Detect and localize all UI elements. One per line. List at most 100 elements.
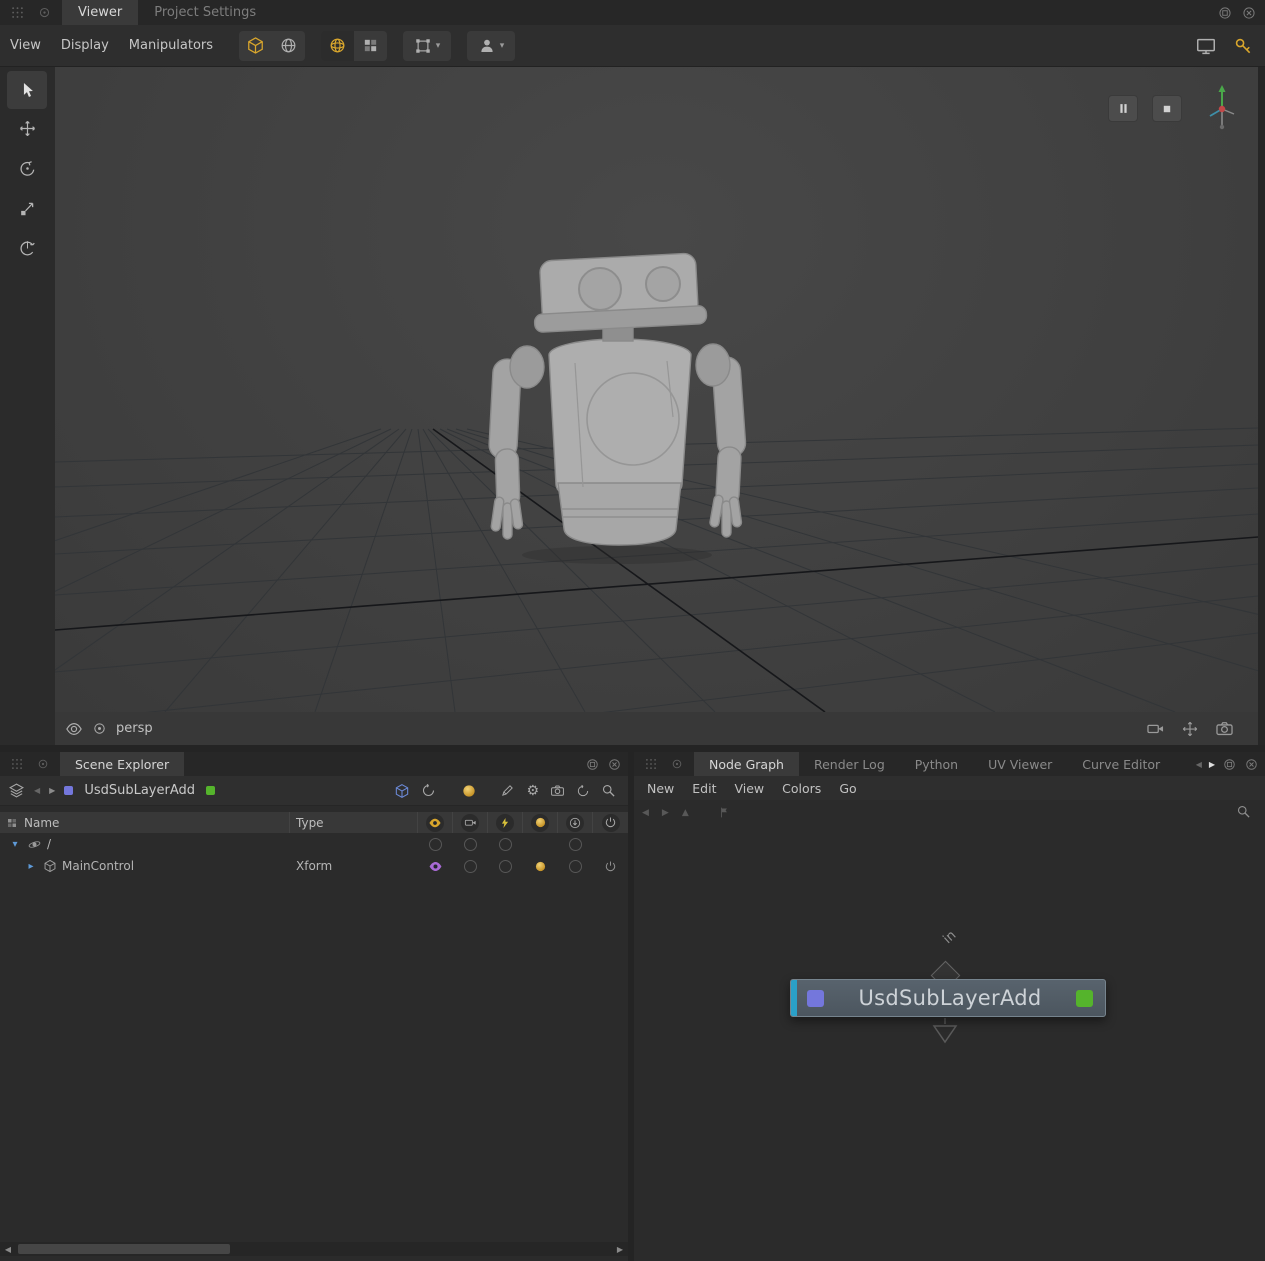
- scrollbar-track[interactable]: [16, 1242, 612, 1256]
- capture-camera-icon[interactable]: [1215, 719, 1234, 738]
- key-icon[interactable]: [1233, 36, 1253, 56]
- scroll-left-icon[interactable]: ◀: [0, 1242, 16, 1256]
- horizontal-scrollbar[interactable]: ◀ ▶: [0, 1242, 628, 1256]
- nav-back-icon[interactable]: ◀: [642, 808, 649, 818]
- tab-scene-explorer[interactable]: Scene Explorer: [60, 752, 184, 776]
- pane-target-icon[interactable]: [37, 5, 52, 20]
- dynamics-toggle[interactable]: [488, 833, 523, 855]
- pane-grip-icon[interactable]: [644, 757, 658, 771]
- render-ball-icon[interactable]: [461, 783, 477, 799]
- maximize-pane-icon[interactable]: [1222, 757, 1237, 772]
- scroll-right-icon[interactable]: ▶: [612, 1242, 628, 1256]
- pan-icon[interactable]: [1181, 720, 1199, 738]
- visibility-toggle[interactable]: [418, 855, 453, 877]
- monitor-icon[interactable]: [1195, 35, 1217, 57]
- globe-button[interactable]: [272, 31, 305, 61]
- output-port-arrow[interactable]: [929, 1018, 961, 1046]
- blue-cube-icon[interactable]: [394, 783, 410, 799]
- scale-tool-button[interactable]: [7, 189, 47, 227]
- activation-toggle[interactable]: [593, 833, 628, 855]
- menu-colors[interactable]: Colors: [773, 781, 830, 796]
- node-usdsublayeradd[interactable]: UsdSubLayerAdd: [790, 979, 1106, 1017]
- column-type[interactable]: Type: [290, 812, 418, 833]
- column-activation[interactable]: [593, 812, 628, 833]
- node-graph-canvas[interactable]: ◀ ▶ ▲ in UsdSubLayerAdd: [634, 800, 1265, 1261]
- collapse-arrow-icon[interactable]: ▸: [24, 861, 38, 872]
- search-icon[interactable]: [601, 783, 616, 798]
- axis-gizmo[interactable]: [1200, 81, 1244, 137]
- column-shading[interactable]: [523, 812, 558, 833]
- pose-button[interactable]: ▾: [467, 31, 515, 61]
- tab-python[interactable]: Python: [900, 752, 973, 776]
- load-toggle[interactable]: [558, 833, 593, 855]
- pane-target-icon[interactable]: [36, 757, 50, 771]
- nav-forward-icon[interactable]: ▶: [662, 808, 669, 818]
- expand-arrow-icon[interactable]: ▾: [8, 839, 22, 850]
- render-camera-icon[interactable]: [1146, 719, 1165, 738]
- layout-quads-button[interactable]: [354, 31, 387, 61]
- bookmark-flag-icon[interactable]: [718, 806, 731, 819]
- close-pane-icon[interactable]: [1244, 757, 1259, 772]
- search-icon[interactable]: [1236, 804, 1251, 819]
- orient-tool-button[interactable]: [7, 229, 47, 267]
- history-forward-icon[interactable]: ▶: [49, 786, 55, 795]
- tab-node-graph[interactable]: Node Graph: [694, 752, 799, 776]
- node-output-square[interactable]: [1076, 990, 1093, 1007]
- camera-toggle[interactable]: [453, 855, 488, 877]
- pause-button[interactable]: [1108, 95, 1138, 122]
- column-dynamics[interactable]: [488, 812, 523, 833]
- region-frame-button[interactable]: ▾: [403, 31, 451, 61]
- shading-toggle[interactable]: [523, 855, 558, 877]
- shaded-cube-button[interactable]: [239, 31, 272, 61]
- menu-edit[interactable]: Edit: [683, 781, 725, 796]
- horizontal-splitter[interactable]: [0, 745, 1265, 752]
- refresh-icon[interactable]: [576, 784, 590, 798]
- table-row-maincontrol[interactable]: ▸ MainControl Xform: [0, 855, 628, 877]
- tab-uv-viewer[interactable]: UV Viewer: [973, 752, 1067, 776]
- maximize-pane-icon[interactable]: [1217, 5, 1233, 21]
- eye-icon[interactable]: [65, 720, 83, 738]
- gear-icon[interactable]: ⚙: [526, 783, 539, 799]
- close-pane-icon[interactable]: [1241, 5, 1257, 21]
- select-tool-button[interactable]: [7, 71, 47, 109]
- activation-toggle[interactable]: [593, 855, 628, 877]
- camera-icon[interactable]: [550, 783, 565, 798]
- tab-render-log[interactable]: Render Log: [799, 752, 900, 776]
- tab-scroll-left-icon[interactable]: ◀: [1196, 760, 1202, 769]
- maximize-pane-icon[interactable]: [585, 757, 600, 772]
- scrollbar-thumb[interactable]: [18, 1244, 230, 1254]
- tab-viewer[interactable]: Viewer: [62, 0, 138, 25]
- shading-toggle[interactable]: [523, 833, 558, 855]
- menu-display[interactable]: Display: [51, 38, 119, 53]
- camera-name-label[interactable]: persp: [116, 721, 153, 736]
- close-pane-icon[interactable]: [607, 757, 622, 772]
- menu-manipulators[interactable]: Manipulators: [119, 38, 223, 53]
- menu-go[interactable]: Go: [830, 781, 865, 796]
- node-input-square[interactable]: [807, 990, 824, 1007]
- dynamics-toggle[interactable]: [488, 855, 523, 877]
- wireframe-sphere-button[interactable]: [321, 31, 354, 61]
- menu-view[interactable]: View: [725, 781, 773, 796]
- menu-view[interactable]: View: [0, 38, 51, 53]
- 3d-viewport[interactable]: [55, 67, 1258, 712]
- pane-grip-icon[interactable]: [10, 5, 25, 20]
- rotate-tool-button[interactable]: [7, 149, 47, 187]
- visibility-toggle[interactable]: [418, 833, 453, 855]
- tab-scroll-right-icon[interactable]: ▶: [1209, 760, 1215, 769]
- column-visibility[interactable]: [418, 812, 453, 833]
- edit-pencil-icon[interactable]: [500, 783, 515, 798]
- tab-project-settings[interactable]: Project Settings: [138, 0, 272, 25]
- table-row-root[interactable]: ▾ /: [0, 833, 628, 855]
- load-toggle[interactable]: [558, 855, 593, 877]
- column-load[interactable]: [558, 812, 593, 833]
- column-camera[interactable]: [453, 812, 488, 833]
- pane-grip-icon[interactable]: [10, 757, 24, 771]
- current-node-label[interactable]: UsdSubLayerAdd: [84, 783, 195, 798]
- camera-toggle[interactable]: [453, 833, 488, 855]
- column-name[interactable]: Name: [0, 812, 290, 833]
- menu-new[interactable]: New: [638, 781, 683, 796]
- sync-icon[interactable]: [421, 783, 436, 798]
- aperture-icon[interactable]: [92, 721, 107, 736]
- nav-up-icon[interactable]: ▲: [682, 808, 689, 818]
- history-back-icon[interactable]: ◀: [34, 786, 40, 795]
